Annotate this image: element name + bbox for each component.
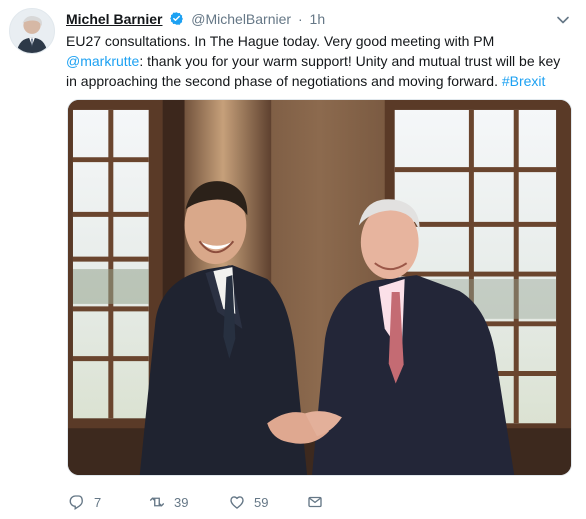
like-icon: [230, 496, 244, 509]
direct-message-icon: [308, 496, 322, 508]
photo-image: [68, 100, 571, 475]
caret-down-icon[interactable]: [556, 13, 570, 27]
tweet-card[interactable]: Michel Barnier @MichelBarnier · 1h EU27 …: [0, 0, 586, 519]
tweet-timestamp[interactable]: 1h: [310, 11, 326, 27]
tweet-line-2: @markrutte: thank you for your warm supp…: [66, 51, 571, 71]
verified-icon: [170, 12, 184, 25]
author-avatar[interactable]: [9, 8, 55, 54]
like-button[interactable]: 59: [228, 490, 268, 514]
retweet-count: 39: [174, 494, 189, 510]
tweet-line-2-text: : thank you for your warm support! Unity…: [139, 53, 561, 69]
tweet-photo[interactable]: [67, 99, 572, 476]
reply-button[interactable]: 7: [68, 490, 101, 514]
retweet-icon: [149, 497, 165, 507]
tweet-header: Michel Barnier @MichelBarnier · 1h: [66, 11, 546, 29]
direct-message-button[interactable]: [306, 490, 332, 514]
tweet-line-1: EU27 consultations. In The Hague today. …: [66, 33, 495, 49]
reply-icon: [69, 495, 83, 510]
tweet-line-3-text: in approaching the second phase of negot…: [66, 73, 502, 89]
tweet-actions: 7 39 59: [66, 490, 571, 514]
author-handle[interactable]: @MichelBarnier: [191, 11, 291, 27]
separator-dot: ·: [297, 11, 303, 27]
retweet-button[interactable]: 39: [148, 490, 188, 514]
like-count: 59: [254, 494, 269, 510]
tweet-line-3: in approaching the second phase of negot…: [66, 71, 571, 91]
tweet-text: EU27 consultations. In The Hague today. …: [66, 31, 571, 91]
author-name[interactable]: Michel Barnier: [66, 11, 162, 27]
avatar-image: [10, 9, 54, 53]
reply-count: 7: [94, 494, 102, 510]
hashtag-link[interactable]: #Brexit: [502, 73, 546, 89]
mention-link[interactable]: @markrutte: [66, 53, 139, 69]
